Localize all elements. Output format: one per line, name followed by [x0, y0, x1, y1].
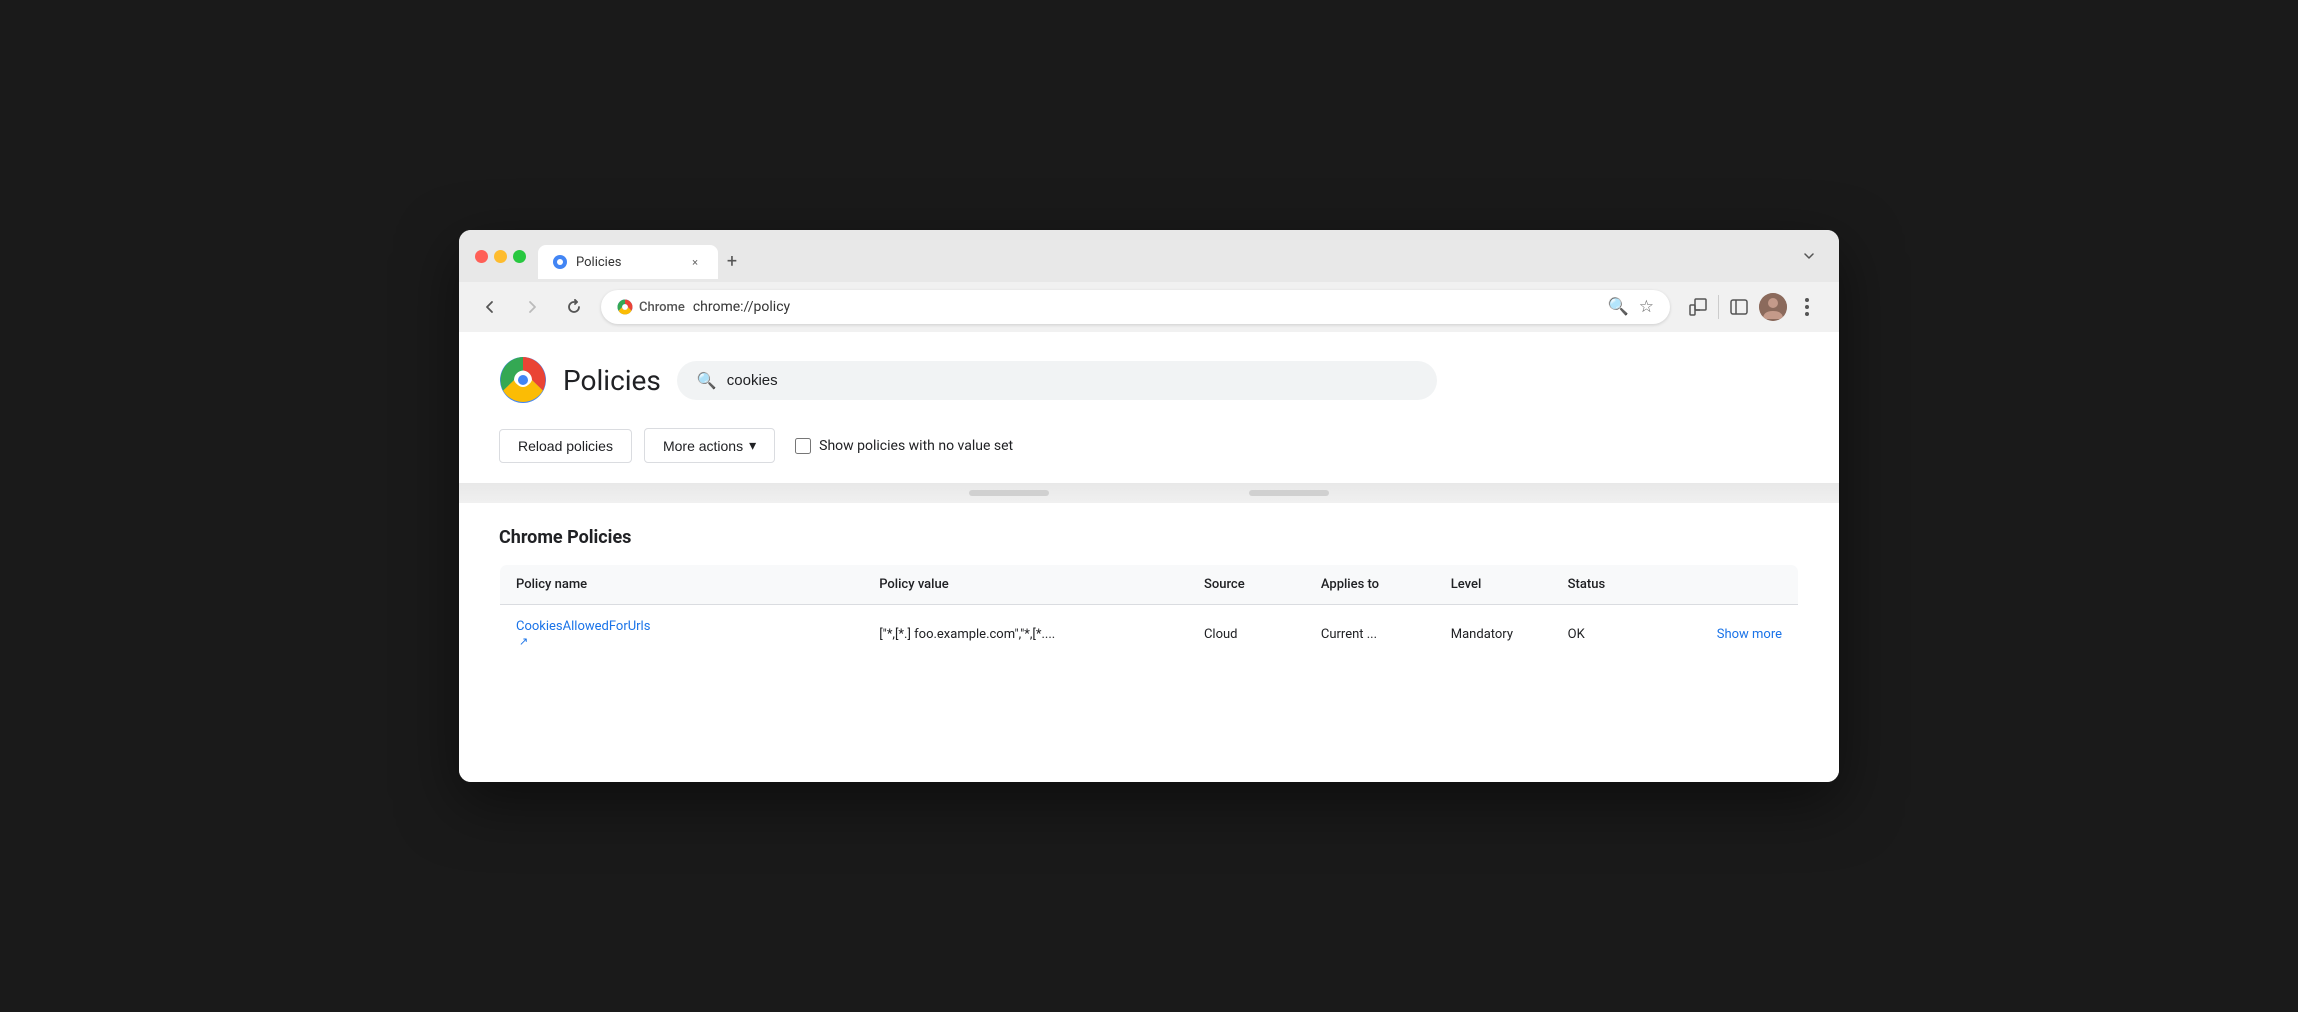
col-header-name: Policy name	[500, 565, 864, 605]
close-button[interactable]	[475, 250, 488, 263]
col-header-applies: Applies to	[1305, 565, 1435, 605]
forward-button[interactable]	[517, 292, 547, 322]
more-actions-chevron-icon: ▾	[749, 437, 756, 454]
address-brand: Chrome	[617, 299, 685, 315]
more-menu-button[interactable]	[1791, 291, 1823, 323]
show-no-value-checkbox[interactable]	[795, 438, 811, 454]
tab-title: Policies	[576, 255, 678, 270]
policy-value-cell: ["*,[*.] foo.example.com","*,[*....	[863, 605, 1188, 664]
show-no-value-checkbox-label[interactable]: Show policies with no value set	[795, 438, 1013, 454]
page-content: Policies 🔍 Reload policies More actions …	[459, 332, 1839, 782]
maximize-button[interactable]	[513, 250, 526, 263]
browser-window: Policies × +	[459, 230, 1839, 782]
policy-name-cell: CookiesAllowedForUrls ↗	[500, 605, 864, 664]
policy-table: Policy name Policy value Source Applies …	[499, 564, 1799, 664]
profile-avatar[interactable]	[1759, 293, 1787, 321]
page-title: Policies	[563, 364, 661, 397]
tab-close-button[interactable]: ×	[686, 253, 704, 271]
section-title: Chrome Policies	[499, 527, 1799, 548]
address-url: chrome://policy	[693, 299, 1600, 315]
tabs-area: Policies × +	[538, 245, 1783, 279]
chrome-logo-icon	[499, 356, 547, 404]
nav-divider	[1718, 295, 1719, 319]
policy-applies-cell: Current ...	[1305, 605, 1435, 664]
policy-action-cell: Show more	[1669, 605, 1799, 664]
policy-status-cell: OK	[1552, 605, 1669, 664]
col-header-source: Source	[1188, 565, 1305, 605]
bookmark-icon[interactable]: ☆	[1639, 297, 1654, 317]
active-tab[interactable]: Policies ×	[538, 245, 718, 279]
col-header-status: Status	[1552, 565, 1669, 605]
external-link-icon: ↗	[519, 635, 528, 648]
minimize-button[interactable]	[494, 250, 507, 263]
table-header-row: Policy name Policy value Source Applies …	[500, 565, 1799, 605]
col-header-level: Level	[1435, 565, 1552, 605]
nav-bar: Chrome chrome://policy 🔍 ☆	[459, 282, 1839, 332]
back-button[interactable]	[475, 292, 505, 322]
policy-name-link[interactable]: CookiesAllowedForUrls	[516, 619, 847, 634]
search-bar-icon: 🔍	[697, 371, 717, 390]
window-chevron-button[interactable]	[1795, 242, 1823, 270]
policy-level-cell: Mandatory	[1435, 605, 1552, 664]
policy-row-cookies: CookiesAllowedForUrls ↗ ["*,[*.] foo.exa…	[500, 605, 1799, 664]
sidebar-icon[interactable]	[1723, 291, 1755, 323]
toolbar-icons	[1682, 291, 1823, 323]
reload-policies-button[interactable]: Reload policies	[499, 429, 632, 463]
traffic-lights	[475, 250, 526, 275]
policy-source-cell: Cloud	[1188, 605, 1305, 664]
more-actions-button[interactable]: More actions ▾	[644, 428, 775, 463]
search-bar[interactable]: 🔍	[677, 361, 1437, 400]
reload-button[interactable]	[559, 292, 589, 322]
address-action-icons: 🔍 ☆	[1608, 297, 1654, 317]
toolbar-row: Reload policies More actions ▾ Show poli…	[499, 428, 1799, 463]
scroll-pill-right	[1249, 490, 1329, 496]
title-bar: Policies × +	[459, 230, 1839, 282]
scroll-indicator	[459, 483, 1839, 503]
tab-favicon	[552, 254, 568, 270]
search-icon[interactable]: 🔍	[1608, 297, 1629, 317]
new-tab-button[interactable]: +	[718, 247, 746, 275]
page-header: Policies 🔍	[499, 356, 1799, 404]
col-header-action	[1669, 565, 1799, 605]
extensions-icon[interactable]	[1682, 291, 1714, 323]
chrome-policies-section: Chrome Policies Policy name Policy value…	[499, 527, 1799, 664]
search-input[interactable]	[727, 372, 1417, 389]
col-header-value: Policy value	[863, 565, 1188, 605]
address-bar[interactable]: Chrome chrome://policy 🔍 ☆	[601, 290, 1670, 324]
show-more-link[interactable]: Show more	[1717, 627, 1782, 642]
scroll-pill-left	[969, 490, 1049, 496]
